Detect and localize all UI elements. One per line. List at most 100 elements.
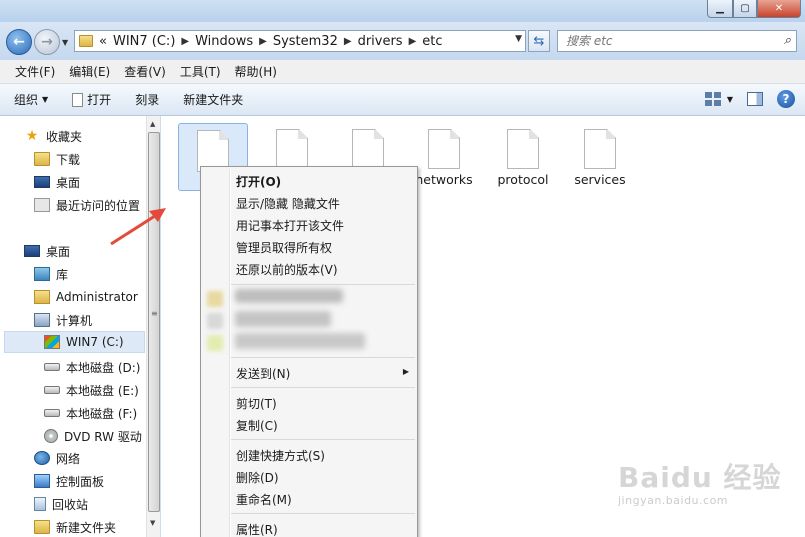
menu-edit[interactable]: 编辑(E) — [62, 63, 117, 80]
baidu-watermark: Baidu 经验 jingyan.baidu.com — [618, 456, 782, 507]
new-folder-label: 新建文件夹 — [183, 93, 244, 107]
nav-administrator[interactable]: Administrator — [34, 286, 138, 308]
ctx-cut[interactable]: 剪切(T) — [236, 395, 277, 412]
nav-administrator-label: Administrator — [56, 290, 138, 304]
nav-drive-d-label: 本地磁盘 (D:) — [66, 360, 141, 375]
scroll-up-icon[interactable]: ▲ — [150, 120, 155, 128]
hard-drive-icon — [44, 386, 60, 394]
minimize-button[interactable]: ▁ — [707, 0, 733, 18]
ctx-copy[interactable]: 复制(C) — [236, 417, 278, 434]
ctx-show-hide-hidden-files[interactable]: 显示/隐藏 隐藏文件 — [236, 195, 340, 212]
breadcrumb-windows[interactable]: Windows — [195, 34, 253, 49]
nav-drive-e[interactable]: 本地磁盘 (E:) — [44, 379, 139, 401]
address-bar[interactable]: « WIN7 (C:) ▶ Windows ▶ System32 ▶ drive… — [74, 30, 526, 52]
nav-scrollbar[interactable]: ▲ ≡ ▼ — [146, 116, 160, 537]
recent-pages-dropdown[interactable]: ▼ — [62, 38, 68, 47]
breadcrumb-etc[interactable]: etc — [422, 34, 442, 49]
nav-dvd-drive[interactable]: DVD RW 驱动 — [44, 425, 142, 447]
nav-control-panel-label: 控制面板 — [56, 474, 105, 489]
file-name: protocol — [497, 172, 549, 187]
nav-network-label: 网络 — [56, 451, 81, 466]
nav-control-panel[interactable]: 控制面板 — [34, 470, 104, 492]
open-button[interactable]: 打开 — [72, 91, 111, 108]
search-box[interactable]: ⌕ — [557, 30, 797, 52]
back-button[interactable]: ← — [6, 29, 32, 55]
address-dropdown-icon[interactable]: ▼ — [515, 34, 522, 44]
ctx-create-shortcut[interactable]: 创建快捷方式(S) — [236, 447, 325, 464]
forward-arrow-icon: → — [41, 34, 53, 50]
nav-desktop-favorite[interactable]: 桌面 — [34, 171, 80, 193]
change-view-button[interactable]: ▼ — [704, 92, 733, 106]
navigation-pane: ★ 收藏夹 下载 桌面 最近访问的位置 桌面 库 Administrator 计… — [0, 116, 160, 537]
burn-label: 刻录 — [135, 93, 160, 107]
nav-drive-f[interactable]: 本地磁盘 (F:) — [44, 402, 137, 424]
menu-separator — [231, 357, 415, 358]
preview-pane-icon[interactable] — [747, 92, 763, 106]
ctx-rename[interactable]: 重命名(M) — [236, 491, 292, 508]
breadcrumb-system32[interactable]: System32 — [273, 34, 338, 49]
chevron-right-icon[interactable]: ▶ — [409, 36, 417, 47]
chevron-right-icon[interactable]: ▶ — [181, 36, 189, 47]
nav-downloads[interactable]: 下载 — [34, 148, 80, 170]
maximize-button[interactable]: ▢ — [733, 0, 757, 18]
ctx-send-to[interactable]: 发送到(N) — [236, 365, 290, 382]
scrollbar-thumb[interactable] — [148, 132, 160, 512]
file-item-networks[interactable]: networks — [409, 123, 479, 187]
ctx-open[interactable]: 打开(O) — [236, 173, 281, 190]
ctx-take-ownership[interactable]: 管理员取得所有权 — [236, 239, 332, 256]
ctx-open-with-notepad[interactable]: 用记事本打开该文件 — [236, 217, 344, 234]
breadcrumb-c-drive[interactable]: WIN7 (C:) — [113, 34, 175, 49]
new-folder-button[interactable]: 新建文件夹 — [183, 91, 243, 108]
nav-network[interactable]: 网络 — [34, 447, 80, 469]
menu-view[interactable]: 查看(V) — [117, 63, 173, 80]
context-menu: 打开(O) 显示/隐藏 隐藏文件 用记事本打开该文件 管理员取得所有权 还原以前… — [200, 166, 418, 537]
blurred-icon — [207, 335, 223, 351]
search-icon[interactable]: ⌕ — [784, 33, 791, 48]
search-input[interactable] — [566, 34, 766, 48]
refresh-icon: ⇆ — [533, 33, 545, 49]
nav-desktop[interactable]: 桌面 — [24, 240, 70, 262]
nav-new-folder[interactable]: 新建文件夹 — [34, 516, 116, 537]
chevron-right-icon[interactable]: ▶ — [259, 36, 267, 47]
menu-file[interactable]: 文件(F) — [8, 63, 62, 80]
file-item-protocol[interactable]: protocol — [488, 123, 558, 187]
close-button[interactable]: ✕ — [757, 0, 801, 18]
refresh-button[interactable]: ⇆ — [528, 30, 550, 52]
ctx-properties[interactable]: 属性(R) — [236, 521, 278, 537]
title-bar: ▁ ▢ ✕ — [0, 0, 805, 22]
ctx-restore-previous-versions[interactable]: 还原以前的版本(V) — [236, 261, 338, 278]
nav-favorites[interactable]: ★ 收藏夹 — [24, 125, 82, 147]
nav-drive-c[interactable]: WIN7 (C:) — [4, 331, 145, 353]
help-icon[interactable]: ? — [777, 90, 795, 108]
menu-separator — [231, 284, 415, 285]
open-label: 打开 — [87, 93, 112, 107]
forward-button[interactable]: → — [34, 29, 60, 55]
ctx-delete[interactable]: 删除(D) — [236, 469, 279, 486]
organize-button[interactable]: 组织 ▼ — [14, 91, 48, 108]
menu-help[interactable]: 帮助(H) — [228, 63, 284, 80]
menu-tools[interactable]: 工具(T) — [173, 63, 228, 80]
blurred-menu-item — [235, 311, 331, 327]
burn-button[interactable]: 刻录 — [135, 91, 159, 108]
nav-computer[interactable]: 计算机 — [34, 309, 92, 331]
nav-drive-d[interactable]: 本地磁盘 (D:) — [44, 356, 140, 378]
blurred-menu-item — [235, 333, 365, 349]
nav-desktop-label: 桌面 — [46, 244, 71, 259]
nav-libraries[interactable]: 库 — [34, 263, 68, 285]
breadcrumb-overflow[interactable]: « — [99, 34, 107, 49]
document-icon — [72, 92, 84, 107]
windows-drive-icon — [44, 335, 60, 349]
file-item-services[interactable]: services — [565, 123, 635, 187]
breadcrumb-drivers[interactable]: drivers — [358, 34, 403, 49]
view-controls: ▼ ? — [704, 90, 795, 108]
scroll-down-icon[interactable]: ▼ — [150, 519, 155, 527]
control-panel-icon — [34, 474, 50, 488]
chevron-right-icon[interactable]: ▶ — [344, 36, 352, 47]
user-folder-icon — [34, 290, 50, 304]
nav-new-folder-label: 新建文件夹 — [56, 520, 117, 535]
libraries-icon — [34, 267, 50, 281]
nav-recycle-bin[interactable]: 回收站 — [34, 493, 88, 515]
nav-libraries-label: 库 — [56, 267, 69, 282]
view-options-icon — [704, 92, 721, 106]
recent-places-icon — [34, 198, 50, 212]
